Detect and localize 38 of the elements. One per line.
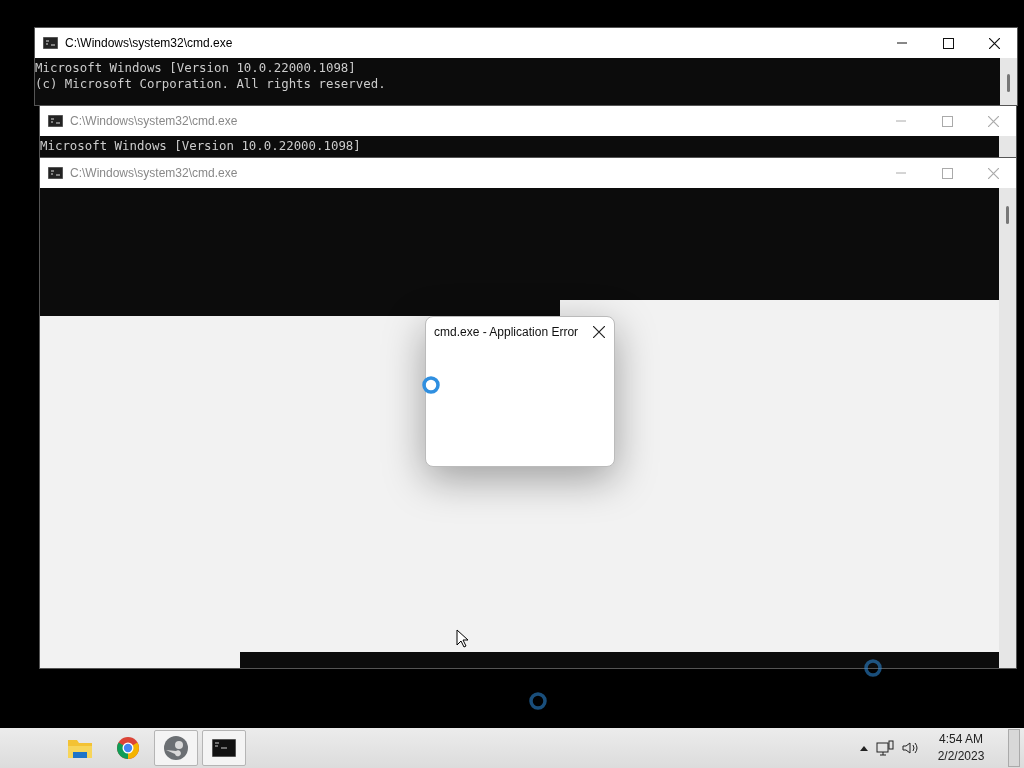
console-line: Microsoft Windows [Version 10.0.22000.1098] — [35, 60, 357, 76]
clock-date[interactable]: 2/2/2023 — [937, 748, 985, 765]
scroll-thumb[interactable] — [1007, 74, 1010, 92]
clock-time[interactable]: 4:54 AM — [939, 731, 983, 748]
console-icon — [43, 37, 58, 49]
window-title: C:\Windows\system32\cmd.exe — [65, 36, 234, 50]
maximize-icon — [941, 167, 953, 179]
console-icon — [212, 739, 236, 757]
folder-icon — [67, 737, 93, 759]
busy-spinner-icon — [528, 691, 548, 711]
show-desktop-button[interactable] — [1008, 729, 1020, 767]
scrollbar[interactable] — [999, 188, 1016, 668]
busy-spinner-icon — [421, 375, 441, 395]
cursor-icon — [456, 629, 469, 648]
taskbar-app-button[interactable] — [202, 730, 246, 766]
speaker-icon[interactable] — [902, 741, 920, 755]
console-icon — [48, 167, 63, 179]
maximize-icon — [942, 37, 954, 49]
busy-spinner-icon — [863, 658, 883, 678]
scrollbar[interactable] — [1000, 58, 1017, 105]
close-icon — [987, 167, 999, 179]
console-icon — [48, 115, 63, 127]
dialog-title: cmd.exe - Application Error — [434, 325, 580, 339]
network-icon[interactable] — [876, 740, 894, 756]
window-title: C:\Windows\system32\cmd.exe — [70, 166, 239, 180]
close-icon — [988, 37, 1000, 49]
caret-up-icon[interactable] — [860, 745, 868, 751]
window-title: C:\Windows\system32\cmd.exe — [70, 114, 239, 128]
close-button[interactable] — [590, 323, 608, 341]
maximize-icon — [941, 115, 953, 127]
console-line: (c) Microsoft Corporation. All rights reserved. — [35, 76, 387, 92]
chrome-icon — [116, 736, 140, 760]
console-line: Microsoft Windows [Version 10.0.22000.1098] — [40, 138, 362, 154]
close-icon — [593, 326, 605, 338]
steam-icon — [163, 735, 189, 761]
scrollbar[interactable] — [999, 136, 1016, 157]
close-icon — [987, 115, 999, 127]
scroll-thumb[interactable] — [1006, 206, 1009, 224]
